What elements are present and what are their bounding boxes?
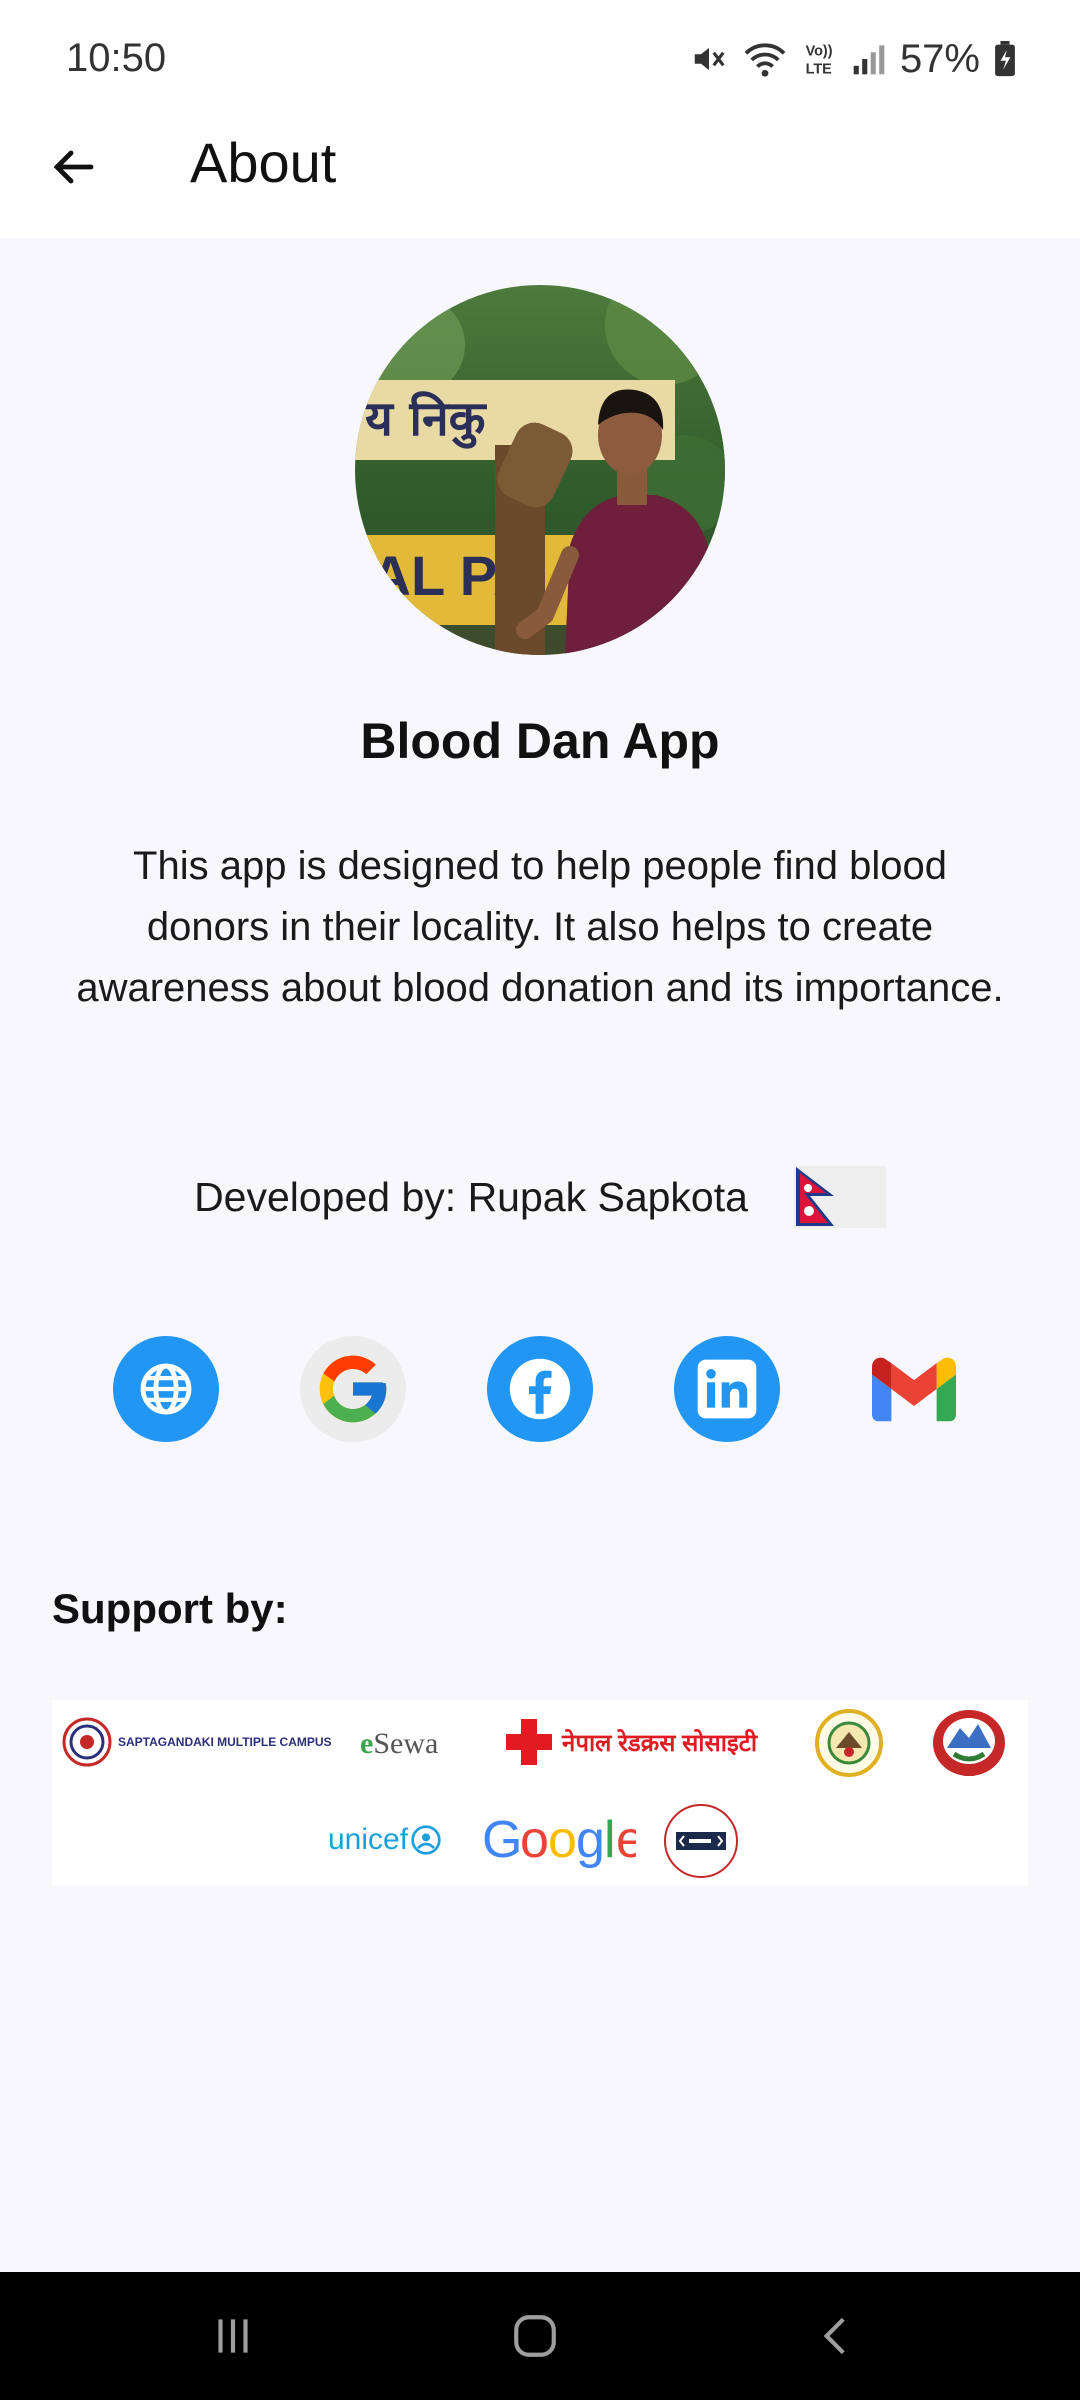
app-name: Blood Dan App bbox=[360, 713, 720, 769]
linkedin-icon bbox=[697, 1359, 757, 1419]
campus-logo-icon bbox=[62, 1717, 112, 1767]
facebook-icon bbox=[509, 1358, 571, 1420]
recents-button[interactable] bbox=[188, 2296, 278, 2376]
wifi-icon bbox=[744, 43, 786, 77]
redcross-name: नेपाल रेडक्रस सोसाइटी bbox=[562, 1729, 758, 1757]
app-bar: About bbox=[0, 110, 1080, 238]
sponsor-logos: SAPTAGANDAKI MULTIPLE CAMPUS eSewa नेपाल… bbox=[52, 1700, 1028, 1885]
gmail-button[interactable] bbox=[861, 1336, 967, 1442]
signal-icon bbox=[853, 45, 885, 75]
code-logo-icon bbox=[664, 1804, 738, 1878]
battery-percent: 57% bbox=[899, 36, 980, 81]
nepal-emblem-icon bbox=[933, 1710, 1005, 1776]
about-screen: 10:50 Vo)) LTE 57% About य निकु IAL PA B… bbox=[0, 0, 1080, 2400]
gmail-icon bbox=[872, 1357, 956, 1422]
social-links bbox=[0, 1336, 1080, 1442]
esewa-logo: eSewa bbox=[360, 1727, 439, 1760]
sponsor-unicef: unicef bbox=[328, 1812, 442, 1868]
support-label: Support by: bbox=[52, 1585, 288, 1632]
app-description: This app is designed to help people find… bbox=[76, 844, 1004, 1010]
google-wordmark: G o o g l e bbox=[482, 1811, 636, 1869]
svg-text:य निकु: य निकु bbox=[364, 391, 488, 449]
svg-text:g: g bbox=[576, 1811, 605, 1869]
battery-icon bbox=[995, 41, 1015, 77]
volte-icon: Vo)) LTE bbox=[806, 43, 833, 77]
campus-name: SAPTAGANDAKI MULTIPLE CAMPUS bbox=[118, 1735, 332, 1749]
status-time: 10:50 bbox=[66, 36, 167, 80]
developer-name: Developed by: Rupak Sapkota bbox=[194, 1173, 748, 1220]
sponsor-municipality bbox=[814, 1708, 884, 1778]
svg-text:o: o bbox=[520, 1811, 549, 1869]
sponsor-nepal-government bbox=[930, 1706, 1008, 1780]
home-icon bbox=[514, 2315, 556, 2357]
svg-text:l: l bbox=[604, 1811, 616, 1869]
nepal-flag bbox=[793, 1166, 886, 1228]
linkedin-button[interactable] bbox=[674, 1336, 780, 1442]
emblem-icon bbox=[815, 1709, 883, 1777]
arrow-left-icon bbox=[53, 150, 94, 184]
sponsor-redcross: नेपाल रेडक्रस सोसाइटी bbox=[504, 1714, 757, 1770]
red-cross-icon bbox=[506, 1719, 552, 1765]
google-button[interactable] bbox=[300, 1336, 406, 1442]
sponsor-google: G o o g l e bbox=[480, 1804, 636, 1874]
unicef-globe-icon bbox=[411, 1825, 441, 1855]
svg-text:G: G bbox=[482, 1811, 522, 1869]
system-nav-bar bbox=[0, 2272, 1080, 2400]
google-icon bbox=[319, 1355, 387, 1423]
developer-avatar: य निकु IAL PA bbox=[355, 285, 725, 655]
svg-text:Vo)): Vo)) bbox=[806, 43, 833, 59]
developer-credit: Developed by: Rupak Sapkota bbox=[0, 1165, 1080, 1229]
svg-text:o: o bbox=[548, 1811, 577, 1869]
home-button[interactable] bbox=[490, 2296, 580, 2376]
recents-icon bbox=[218, 2319, 248, 2353]
status-icons: Vo)) LTE 57% bbox=[690, 34, 1016, 84]
sponsor-saptagandaki: SAPTAGANDAKI MULTIPLE CAMPUS bbox=[62, 1714, 332, 1770]
facebook-button[interactable] bbox=[487, 1336, 593, 1442]
back-button[interactable] bbox=[38, 132, 108, 202]
sponsor-esewa: eSewa bbox=[360, 1716, 438, 1772]
svg-text:LTE: LTE bbox=[806, 61, 833, 77]
sponsor-code-club bbox=[662, 1802, 740, 1880]
globe-icon bbox=[140, 1363, 192, 1415]
svg-text:e: e bbox=[616, 1811, 636, 1869]
mute-icon bbox=[694, 47, 725, 71]
website-button[interactable] bbox=[113, 1336, 219, 1442]
page-title: About bbox=[190, 131, 337, 194]
system-back-button[interactable] bbox=[792, 2296, 882, 2376]
status-bar: 10:50 Vo)) LTE 57% bbox=[0, 0, 1080, 110]
unicef-logo: unicef bbox=[328, 1823, 409, 1856]
back-icon bbox=[823, 2317, 845, 2355]
